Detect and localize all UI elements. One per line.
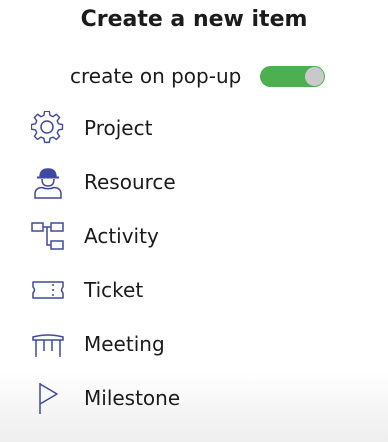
menu-item-ticket[interactable]: Ticket	[28, 270, 378, 310]
worker-icon	[28, 162, 68, 202]
gear-icon	[28, 108, 68, 148]
panel-title: Create a new item	[80, 7, 308, 32]
flag-icon	[28, 378, 68, 418]
menu-item-meeting-label: Meeting	[84, 332, 165, 356]
create-item-panel: Create a new item create on pop-up Proje…	[0, 0, 388, 442]
toggle-knob	[305, 66, 325, 86]
menu-item-project[interactable]: Project	[28, 108, 378, 148]
menu-item-resource[interactable]: Resource	[28, 162, 378, 202]
menu-item-activity-label: Activity	[84, 224, 159, 248]
menu-item-ticket-label: Ticket	[84, 278, 144, 302]
menu-item-resource-label: Resource	[84, 170, 176, 194]
popup-toggle-label: create on pop-up	[70, 64, 242, 88]
popup-toggle-switch[interactable]	[260, 65, 326, 87]
menu-item-activity[interactable]: Activity	[28, 216, 378, 256]
menu-item-milestone-label: Milestone	[84, 386, 181, 410]
hierarchy-icon	[28, 216, 68, 256]
menu-item-meeting[interactable]: Meeting	[28, 324, 378, 364]
popup-toggle-row: create on pop-up	[70, 62, 326, 90]
ticket-icon	[28, 270, 68, 310]
menu-item-milestone[interactable]: Milestone	[28, 378, 378, 418]
menu-item-project-label: Project	[84, 116, 153, 140]
table-icon	[28, 324, 68, 364]
